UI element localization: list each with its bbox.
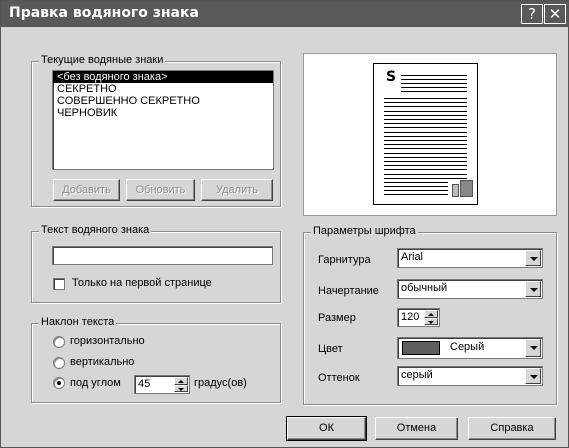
preview-text-line: [384, 102, 467, 104]
angle-spinbox[interactable]: 45: [134, 375, 190, 394]
title-bar[interactable]: Правка водяного знака ? ✕: [1, 1, 568, 27]
angle-spin-down-icon[interactable]: [174, 384, 188, 392]
preview-text-line: [401, 75, 467, 76]
shade-select[interactable]: серый: [397, 366, 543, 386]
preview-text-line: [384, 140, 467, 141]
style-label: Начертание: [318, 285, 379, 297]
watermark-text-group: Текст водяного знака: [31, 224, 281, 303]
preview-text-line: [384, 110, 467, 112]
shade-label: Оттенок: [318, 372, 360, 384]
first-page-only-label[interactable]: Только на первой странице: [72, 277, 212, 289]
preview-image-block-left: [452, 184, 459, 197]
preview-text-line: [384, 190, 448, 191]
current-watermarks-legend: Текущие водяные знаки: [39, 54, 166, 66]
preview-text-line: [384, 177, 467, 179]
update-button[interactable]: Обновить: [126, 179, 195, 201]
help-button[interactable]: ?: [521, 4, 543, 24]
preview-text-line: [384, 161, 467, 162]
color-select[interactable]: Серый: [397, 337, 543, 359]
preview-text-line: [384, 165, 467, 167]
add-button[interactable]: Добавить: [53, 179, 120, 201]
preview-text-line: [401, 83, 467, 84]
preview-text-line: [384, 182, 448, 183]
size-value: 120: [401, 311, 420, 323]
first-page-only-checkbox[interactable]: [53, 278, 65, 290]
typeface-select[interactable]: Arial: [397, 248, 543, 268]
dialog-title: Правка водяного знака: [9, 5, 199, 21]
angle-units-label: градус(ов): [194, 377, 247, 389]
watermark-list-item[interactable]: СЕКРЕТНО: [53, 83, 273, 95]
style-select[interactable]: обычный: [397, 279, 543, 299]
watermark-text-input[interactable]: [52, 246, 273, 265]
preview-letter: S: [386, 69, 397, 85]
help-footer-button[interactable]: Справка: [468, 417, 556, 440]
preview-text-line: [384, 152, 467, 154]
shade-value: серый: [401, 369, 433, 381]
font-params-legend: Параметры шрифта: [311, 225, 418, 237]
preview-text-line: [384, 119, 467, 120]
preview-text-line: [384, 98, 467, 99]
style-dropdown-icon[interactable]: [525, 281, 541, 297]
watermark-list-item[interactable]: СОВЕРШЕННО СЕКРЕТНО: [53, 95, 273, 107]
vertical-label[interactable]: вертикально: [70, 356, 134, 368]
style-value: обычный: [401, 282, 448, 294]
typeface-value: Arial: [401, 251, 424, 263]
vertical-radio[interactable]: [53, 357, 65, 369]
preview-text-line: [384, 114, 467, 116]
preview-text-line: [384, 131, 467, 133]
color-value: Серый: [450, 341, 485, 353]
shade-dropdown-icon[interactable]: [525, 368, 541, 384]
preview-text-line: [384, 144, 467, 146]
preview-text-line: [401, 91, 467, 92]
color-swatch: [402, 341, 440, 355]
size-label: Размер: [318, 312, 356, 324]
close-icon: ✕: [548, 5, 562, 23]
size-spinbox[interactable]: 120: [397, 308, 440, 327]
watermark-list-item[interactable]: ЧЕРНОВИК: [53, 107, 273, 119]
preview-text-line: [401, 87, 467, 88]
color-dropdown-icon[interactable]: [525, 339, 541, 357]
watermark-list[interactable]: <без водяного знака> СЕКРЕТНО СОВЕРШЕННО С…: [52, 70, 274, 170]
watermark-text-legend: Текст водяного знака: [39, 224, 152, 236]
watermark-edit-dialog: Правка водяного знака ? ✕ Текущие водяны…: [0, 0, 569, 448]
size-spin-down-icon[interactable]: [424, 317, 438, 325]
typeface-dropdown-icon[interactable]: [525, 250, 541, 266]
preview-text-line: [401, 79, 467, 80]
preview-text-line: [384, 173, 467, 175]
preview-panel: S: [303, 53, 557, 216]
color-label: Цвет: [318, 343, 343, 355]
preview-text-line: [384, 194, 448, 195]
angle-spin-buttons[interactable]: [174, 377, 188, 392]
preview-text-line: [384, 148, 467, 150]
typeface-label: Гарнитура: [318, 254, 371, 266]
angle-value: 45: [138, 378, 151, 390]
preview-text-line: [384, 135, 467, 137]
preview-text-line: [384, 186, 448, 187]
preview-text-line: [384, 127, 467, 129]
watermark-list-item[interactable]: <без водяного знака>: [53, 71, 273, 83]
preview-page: S: [373, 63, 478, 205]
size-spin-up-icon[interactable]: [424, 310, 438, 318]
angle-spin-up-icon[interactable]: [174, 377, 188, 385]
preview-text-line: [384, 106, 467, 108]
angle-radio[interactable]: [53, 377, 65, 389]
close-button[interactable]: ✕: [544, 4, 566, 24]
preview-image-block-right: [460, 180, 473, 197]
help-icon: ?: [528, 5, 536, 23]
horizontal-label[interactable]: горизонтально: [70, 335, 145, 347]
size-spin-buttons[interactable]: [424, 310, 438, 325]
text-angle-legend: Наклон текста: [39, 316, 117, 328]
preview-text-line: [384, 169, 467, 171]
delete-button[interactable]: Удалить: [201, 179, 273, 201]
angle-label[interactable]: под углом: [70, 377, 121, 389]
horizontal-radio[interactable]: [53, 336, 65, 348]
ok-button[interactable]: ОК: [286, 416, 367, 441]
preview-text-line: [384, 156, 467, 158]
preview-text-line: [384, 123, 467, 125]
cancel-button[interactable]: Отмена: [375, 417, 458, 440]
